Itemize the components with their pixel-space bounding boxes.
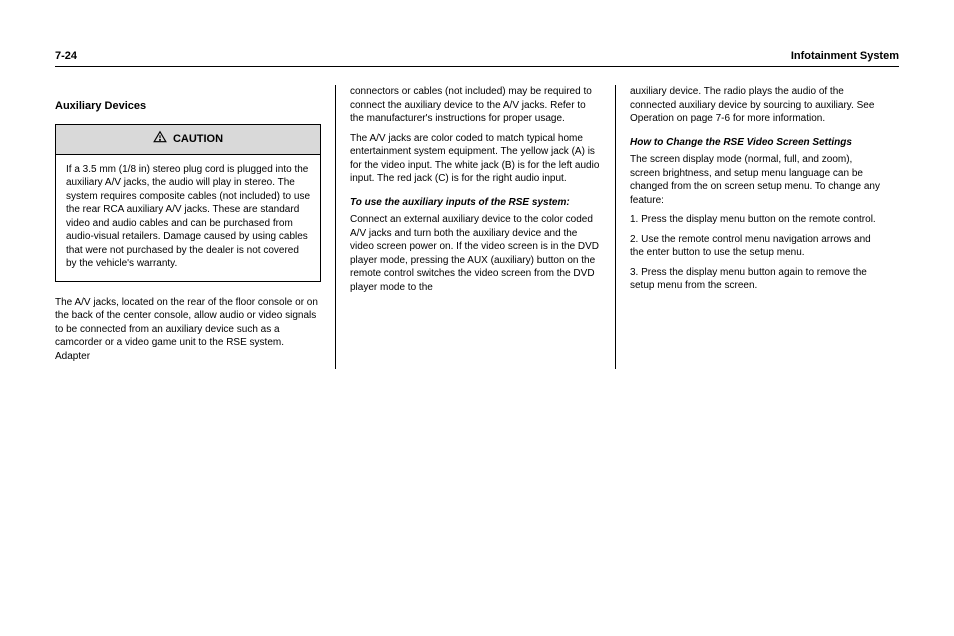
warning-icon [153,130,167,149]
column-3: auxiliary device. The radio plays the au… [615,85,895,369]
column-1: Auxiliary Devices CAUTION If a 3.5 mm (1… [55,85,335,369]
content-columns: Auxiliary Devices CAUTION If a 3.5 mm (1… [55,85,899,369]
page-number: 7-24 [55,50,77,62]
col2-sub-body: Connect an external auxiliary device to … [350,213,601,294]
col3-list-3: 3. Press the display menu button again t… [630,266,881,293]
col1-para-after: The A/V jacks, located on the rear of th… [55,296,321,364]
caution-header: CAUTION [56,125,320,155]
page-header: 7-24 Infotainment System [55,50,899,67]
col2-para2: The A/V jacks are color coded to match t… [350,132,601,186]
col3-list-2: 2. Use the remote control menu navigatio… [630,233,881,260]
col2-continuation: connectors or cables (not included) may … [350,85,601,126]
caution-box: CAUTION If a 3.5 mm (1/8 in) stereo plug… [55,124,321,282]
section-title: Infotainment System [791,50,899,62]
caution-body-text: If a 3.5 mm (1/8 in) stereo plug cord is… [56,155,320,281]
column-2: connectors or cables (not included) may … [335,85,615,369]
caution-label: CAUTION [173,132,223,147]
col3-subheading: How to Change the RSE Video Screen Setti… [630,136,881,150]
col2-subheading: To use the auxiliary inputs of the RSE s… [350,196,601,210]
auxiliary-devices-heading: Auxiliary Devices [55,99,321,114]
col3-list-1: 1. Press the display menu button on the … [630,213,881,227]
col3-continuation: auxiliary device. The radio plays the au… [630,85,881,126]
col3-sub-body: The screen display mode (normal, full, a… [630,153,881,207]
